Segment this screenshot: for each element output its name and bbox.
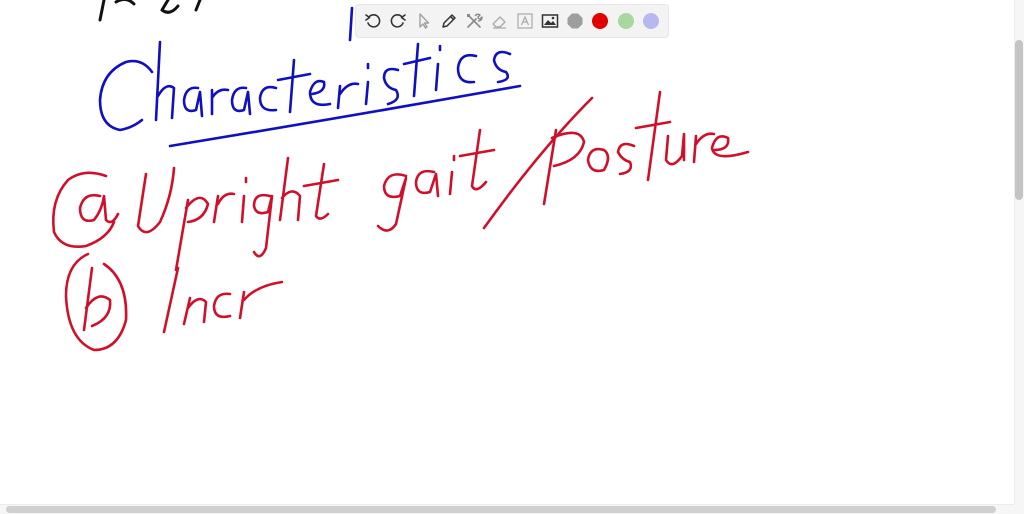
whiteboard-app <box>0 0 1024 514</box>
red-stroke <box>278 156 302 222</box>
red-stroke <box>710 135 750 158</box>
blue-stroke <box>402 42 432 98</box>
black-stroke <box>98 0 106 22</box>
red-stroke <box>616 142 636 176</box>
blue-stroke <box>182 86 204 118</box>
red-stroke <box>240 176 248 224</box>
red-stroke <box>586 147 610 173</box>
blue-stroke <box>492 50 512 84</box>
blue-stroke <box>154 40 176 122</box>
red-stroke <box>664 132 686 166</box>
cursor-icon <box>418 13 429 29</box>
horizontal-scrollbar-thumb[interactable] <box>6 506 996 513</box>
eraser-button[interactable] <box>488 9 510 33</box>
blue-underline <box>168 84 522 148</box>
wrench-screwdriver-icon <box>467 13 483 28</box>
ink-b-incr <box>64 252 284 352</box>
shape-tool-button[interactable] <box>564 9 586 33</box>
red-stroke <box>252 193 274 258</box>
eraser-icon <box>492 16 507 29</box>
red-stroke <box>182 296 208 326</box>
color-green-button[interactable] <box>615 9 637 33</box>
octagon-icon <box>567 13 583 29</box>
color-swatch-green <box>617 13 634 29</box>
tools-button[interactable] <box>463 9 485 33</box>
blue-stroke <box>98 59 154 132</box>
blue-stroke <box>230 86 252 116</box>
scrollbar-corner <box>1014 504 1024 514</box>
red-stroke <box>634 90 672 182</box>
black-stroke <box>160 0 180 14</box>
red-stroke <box>414 169 440 198</box>
blue-stroke <box>382 67 400 106</box>
red-stroke <box>174 196 210 272</box>
pencil-icon <box>442 14 456 28</box>
red-stroke <box>212 292 232 319</box>
drawing-toolbar <box>355 4 669 38</box>
black-stroke <box>114 0 136 6</box>
horizontal-scrollbar[interactable] <box>0 504 1014 514</box>
pen-tool-button[interactable] <box>438 9 460 33</box>
drawing-canvas[interactable] <box>0 0 1014 504</box>
blue-stroke <box>276 58 312 114</box>
blue-stroke <box>456 53 478 84</box>
blue-stroke <box>258 85 278 112</box>
red-stroke <box>162 266 180 334</box>
blue-stroke <box>308 79 332 107</box>
blue-stroke <box>336 82 360 110</box>
undo-icon <box>365 14 381 28</box>
red-stroke <box>542 128 586 206</box>
text-box-icon <box>516 13 533 29</box>
blue-stroke <box>434 44 442 92</box>
red-stroke <box>82 266 112 332</box>
color-swatch-lavender <box>642 13 659 29</box>
black-stroke <box>194 0 202 12</box>
red-stroke <box>136 166 176 234</box>
red-stroke <box>238 280 284 320</box>
red-stroke <box>212 192 236 224</box>
vertical-scrollbar[interactable] <box>1014 0 1024 504</box>
red-stroke <box>482 96 594 230</box>
ink-upright-gait-posture <box>52 90 750 272</box>
select-tool-button[interactable] <box>413 9 435 33</box>
blue-stroke <box>210 88 230 116</box>
red-stroke <box>64 252 128 352</box>
red-stroke <box>78 193 120 224</box>
redo-button[interactable] <box>387 9 409 33</box>
color-lavender-button[interactable] <box>640 9 662 33</box>
red-stroke <box>376 173 408 232</box>
text-tool-button[interactable] <box>514 9 536 33</box>
ink-layer <box>52 0 750 352</box>
blue-stroke <box>364 62 370 106</box>
red-stroke <box>448 154 456 196</box>
undo-button[interactable] <box>362 9 384 33</box>
image-tool-button[interactable] <box>539 9 561 33</box>
red-stroke <box>302 162 340 220</box>
red-stroke <box>458 128 496 191</box>
image-icon <box>541 14 559 28</box>
redo-icon <box>390 14 407 28</box>
color-swatch-red <box>592 13 609 29</box>
color-red-button[interactable] <box>589 9 611 33</box>
vertical-scrollbar-thumb[interactable] <box>1015 40 1023 200</box>
blue-stroke <box>348 6 354 42</box>
ink-top-black <box>98 0 202 22</box>
